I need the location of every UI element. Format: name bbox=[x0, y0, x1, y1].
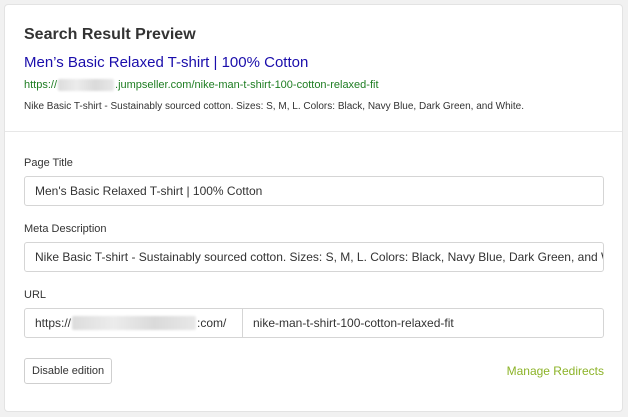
seo-card: Search Result Preview Men’s Basic Relaxe… bbox=[4, 4, 623, 412]
url-slug-input[interactable]: nike-man-t-shirt-100-cotton-relaxed-fit bbox=[243, 309, 603, 337]
seo-form: Page Title Men's Basic Relaxed T-shirt |… bbox=[5, 156, 622, 384]
preview-heading: Search Result Preview bbox=[24, 26, 196, 43]
search-result-preview: Search Result Preview Men’s Basic Relaxe… bbox=[5, 5, 622, 132]
preview-description: Nike Basic T-shirt - Sustainably sourced… bbox=[24, 101, 525, 112]
url-label: URL bbox=[24, 289, 47, 301]
meta-description-label: Meta Description bbox=[24, 223, 107, 235]
meta-description-input[interactable]: Nike Basic T-shirt - Sustainably sourced… bbox=[24, 242, 604, 272]
url-field-group: https:// :com/ nike-man-t-shirt-100-cott… bbox=[24, 308, 604, 338]
form-actions: Disable edition Manage Redirects bbox=[24, 358, 604, 384]
preview-url-scheme: https:// bbox=[24, 79, 58, 91]
disable-edition-button[interactable]: Disable edition bbox=[24, 358, 113, 384]
preview-url-rest: .jumpseller.com/nike-man-t-shirt-100-cot… bbox=[115, 79, 379, 91]
page-title-label: Page Title bbox=[24, 157, 73, 169]
url-prefix-suffix: :com/ bbox=[197, 316, 227, 330]
manage-redirects-link[interactable]: Manage Redirects bbox=[507, 364, 604, 378]
preview-url: https:// .jumpseller.com/nike-man-t-shir… bbox=[24, 78, 603, 92]
redacted-store-name bbox=[58, 79, 115, 91]
preview-title-link[interactable]: Men’s Basic Relaxed T-shirt | 100% Cotto… bbox=[24, 54, 603, 72]
url-prefix-scheme: https:// bbox=[35, 316, 72, 330]
url-prefix: https:// :com/ bbox=[25, 309, 243, 337]
redacted-domain bbox=[72, 316, 197, 330]
page-title-input[interactable]: Men's Basic Relaxed T-shirt | 100% Cotto… bbox=[24, 176, 604, 206]
